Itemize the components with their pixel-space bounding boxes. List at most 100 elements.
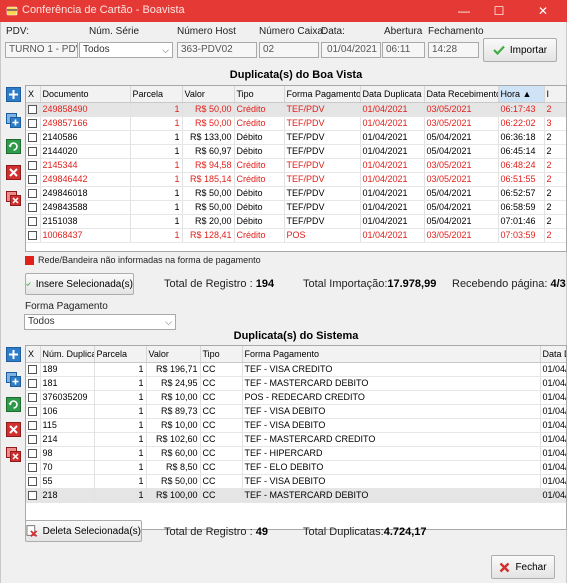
row-checkbox-cell[interactable]	[26, 418, 41, 433]
close-button[interactable]: ✕	[526, 0, 560, 22]
row-checkbox[interactable]	[28, 203, 38, 213]
table-row[interactable]: 249858490 1 R$ 50,00 Crédito TEF/PDV 01/04/20…	[26, 102, 566, 117]
col-header[interactable]: Núm. Duplicata	[40, 346, 95, 363]
delete-icon[interactable]	[6, 422, 21, 437]
row-checkbox[interactable]	[28, 119, 38, 129]
table-row[interactable]: 249846442 1 R$ 185,14 Crédito TEF/PDV 01/04/2…	[26, 172, 566, 187]
maximize-button[interactable]: ☐	[482, 0, 516, 22]
row-checkbox[interactable]	[28, 133, 38, 143]
row-checkbox-cell[interactable]	[26, 460, 41, 475]
row-checkbox[interactable]	[28, 189, 38, 199]
importar-button[interactable]: Importar	[483, 38, 557, 62]
col-header[interactable]: I	[544, 86, 566, 103]
row-checkbox-cell[interactable]	[26, 186, 41, 201]
insere-button[interactable]: Insere Selecionada(s)	[25, 273, 134, 295]
delete-icon[interactable]	[6, 165, 21, 180]
forma-pagamento-select[interactable]: Todos ⌵	[24, 314, 176, 330]
table-row[interactable]: 249846018 1 R$ 50,00 Débito TEF/PDV 01/04/202…	[26, 186, 566, 201]
table-row[interactable]: 98 1 R$ 60,00 CC TEF - HIPERCARD 01/04/	[26, 446, 566, 461]
table-row[interactable]: 214 1 R$ 102,60 CC TEF - MASTERCARD CREDITO 0…	[26, 432, 566, 447]
col-header[interactable]: Tipo	[234, 86, 285, 103]
table-row[interactable]: 189 1 R$ 196,71 CC TEF - VISA CREDITO 01/04/	[26, 362, 566, 377]
table-row[interactable]: 249857166 1 R$ 50,00 Crédito TEF/PDV 01/04/20…	[26, 116, 566, 131]
row-checkbox-cell[interactable]	[26, 214, 41, 229]
col-header[interactable]: Data Recebimento	[424, 86, 499, 103]
col-header[interactable]: Tipo	[200, 346, 243, 363]
row-checkbox-cell[interactable]	[26, 474, 41, 489]
col-header[interactable]: Valor	[146, 346, 201, 363]
row-checkbox[interactable]	[28, 175, 38, 185]
table-row[interactable]: 2151038 1 R$ 20,00 Débito TEF/PDV 01/04/2021 0…	[26, 214, 566, 229]
add-icon[interactable]	[6, 347, 21, 362]
table-row[interactable]: 2140586 1 R$ 133,00 Débito TEF/PDV 01/04/2021…	[26, 130, 566, 145]
add-icon[interactable]	[6, 87, 21, 102]
abertura-field[interactable]: 06:11	[382, 42, 425, 58]
row-checkbox-cell[interactable]	[26, 488, 41, 503]
data-field[interactable]: 01/04/2021	[321, 42, 381, 58]
row-checkbox[interactable]	[28, 379, 38, 389]
deleta-button[interactable]: Deleta Selecionada(s)	[25, 520, 142, 542]
row-checkbox[interactable]	[28, 365, 38, 375]
refresh-icon[interactable]	[6, 139, 21, 154]
row-checkbox[interactable]	[28, 407, 38, 417]
row-checkbox[interactable]	[28, 449, 38, 459]
boavista-grid[interactable]: X Documento Parcela Valor Tipo Forma Pag…	[25, 85, 567, 252]
col-header[interactable]: Parcela	[94, 346, 147, 363]
table-row[interactable]: 10068437 1 R$ 128,41 Crédito POS 01/04/2021 03…	[26, 228, 566, 243]
row-checkbox-cell[interactable]	[26, 404, 41, 419]
col-header[interactable]: Forma Pagamento	[242, 346, 541, 363]
row-checkbox-cell[interactable]	[26, 432, 41, 447]
minimize-button[interactable]: —	[447, 0, 481, 22]
col-header-sorted[interactable]: Hora ▲	[498, 86, 545, 103]
row-checkbox-cell[interactable]	[26, 376, 41, 391]
table-row[interactable]: 106 1 R$ 89,73 CC TEF - VISA DEBITO 01/04/	[26, 404, 566, 419]
host-field[interactable]: 363-PDV02	[177, 42, 257, 58]
serie-select[interactable]: Todos ⌵	[79, 42, 173, 58]
col-header[interactable]: Data D	[540, 346, 566, 363]
row-checkbox[interactable]	[28, 217, 38, 227]
row-checkbox-cell[interactable]	[26, 228, 41, 243]
col-header[interactable]: Valor	[182, 86, 235, 103]
sistema-grid[interactable]: X Núm. Duplicata Parcela Valor Tipo Form…	[25, 345, 567, 530]
refresh-icon[interactable]	[6, 397, 21, 412]
add-all-icon[interactable]	[6, 372, 21, 387]
add-all-icon[interactable]	[6, 113, 21, 128]
table-row[interactable]: 249843588 1 R$ 50,00 Débito TEF/PDV 01/04/202…	[26, 200, 566, 215]
row-checkbox[interactable]	[28, 421, 38, 431]
row-checkbox[interactable]	[28, 393, 38, 403]
delete-all-icon[interactable]	[6, 191, 21, 206]
col-header[interactable]: X	[26, 86, 41, 103]
row-checkbox-cell[interactable]	[26, 116, 41, 131]
fechar-button[interactable]: Fechar	[491, 555, 555, 579]
col-header[interactable]: Data Duplicata	[360, 86, 425, 103]
row-checkbox-cell[interactable]	[26, 200, 41, 215]
table-row[interactable]: 2144020 1 R$ 60,97 Débito TEF/PDV 01/04/2021 0…	[26, 144, 566, 159]
row-checkbox[interactable]	[28, 463, 38, 473]
row-checkbox-cell[interactable]	[26, 102, 41, 117]
row-checkbox-cell[interactable]	[26, 158, 41, 173]
table-row[interactable]: 181 1 R$ 24,95 CC TEF - MASTERCARD DEBITO 01/…	[26, 376, 566, 391]
table-row[interactable]: 2145344 1 R$ 94,58 Crédito TEF/PDV 01/04/2021…	[26, 158, 566, 173]
row-checkbox-cell[interactable]	[26, 446, 41, 461]
pdv-field[interactable]: TURNO 1 - PDV2	[5, 42, 78, 58]
row-checkbox-cell[interactable]	[26, 172, 41, 187]
row-checkbox[interactable]	[28, 147, 38, 157]
row-checkbox-cell[interactable]	[26, 390, 41, 405]
table-row[interactable]: 70 1 R$ 8,50 CC TEF - ELO DEBITO 01/04/	[26, 460, 566, 475]
row-checkbox-cell[interactable]	[26, 144, 41, 159]
row-checkbox[interactable]	[28, 105, 38, 115]
table-row[interactable]: 55 1 R$ 50,00 CC TEF - VISA DEBITO 01/04/	[26, 474, 566, 489]
row-checkbox-cell[interactable]	[26, 362, 41, 377]
table-row[interactable]: 376035209 1 R$ 10,00 CC POS - REDECARD CREDI…	[26, 390, 566, 405]
caixa-field[interactable]: 02	[259, 42, 319, 58]
table-row[interactable]: 218 1 R$ 100,00 CC TEF - MASTERCARD DEBITO 01…	[26, 488, 566, 503]
table-row[interactable]: 115 1 R$ 10,00 CC TEF - VISA DEBITO 01/04/	[26, 418, 566, 433]
row-checkbox-cell[interactable]	[26, 130, 41, 145]
row-checkbox[interactable]	[28, 477, 38, 487]
delete-all-icon[interactable]	[6, 447, 21, 462]
row-checkbox[interactable]	[28, 435, 38, 445]
col-header[interactable]: X	[26, 346, 41, 363]
col-header[interactable]: Parcela	[130, 86, 183, 103]
row-checkbox[interactable]	[28, 161, 38, 171]
col-header[interactable]: Forma Pagamento	[284, 86, 361, 103]
